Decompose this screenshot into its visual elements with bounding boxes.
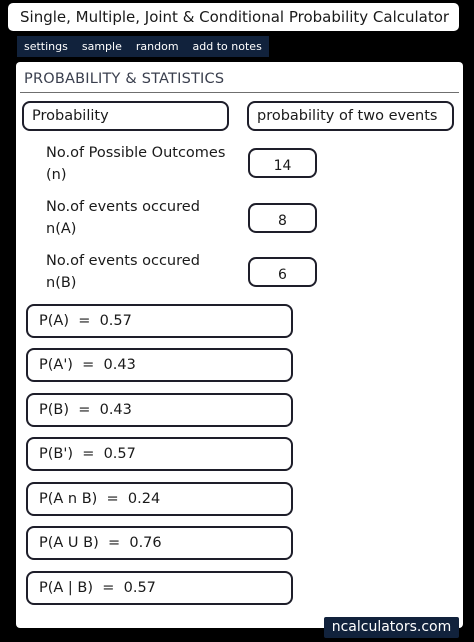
calculator-select[interactable]: probability of two events (247, 101, 454, 131)
settings-button[interactable]: settings (17, 36, 75, 57)
add-to-notes-button[interactable]: add to notes (186, 36, 269, 57)
app-root: Single, Multiple, Joint & Conditional Pr… (0, 0, 474, 642)
window-title: Single, Multiple, Joint & Conditional Pr… (8, 3, 459, 31)
panel-title: PROBABILITY & STATISTICS (24, 71, 225, 87)
result-p-b-complement: P(B') = 0.57 (26, 437, 293, 471)
brand-logo[interactable]: ncalculators.com (324, 617, 459, 638)
category-select[interactable]: Probability (22, 101, 229, 131)
events-a-input[interactable]: 8 (248, 203, 317, 233)
panel-divider (20, 92, 459, 93)
result-p-a: P(A) = 0.57 (26, 304, 293, 338)
toolbar: settings sample random add to notes (17, 36, 269, 57)
result-p-a-given-b: P(A | B) = 0.57 (26, 571, 293, 605)
result-p-a-and-b: P(A n B) = 0.24 (26, 482, 293, 516)
calculator-panel: PROBABILITY & STATISTICS Probability pro… (16, 62, 463, 628)
outcomes-input[interactable]: 14 (248, 148, 317, 178)
sample-button[interactable]: sample (75, 36, 129, 57)
events-b-label: No.of events occured n(B) (46, 253, 200, 291)
random-button[interactable]: random (129, 36, 186, 57)
events-a-label: No.of events occured n(A) (46, 199, 200, 237)
result-p-a-complement: P(A') = 0.43 (26, 348, 293, 382)
outcomes-label: No.of Possible Outcomes (n) (46, 145, 226, 183)
events-b-input[interactable]: 6 (248, 257, 317, 287)
result-p-b: P(B) = 0.43 (26, 393, 293, 427)
result-p-a-or-b: P(A U B) = 0.76 (26, 526, 293, 560)
